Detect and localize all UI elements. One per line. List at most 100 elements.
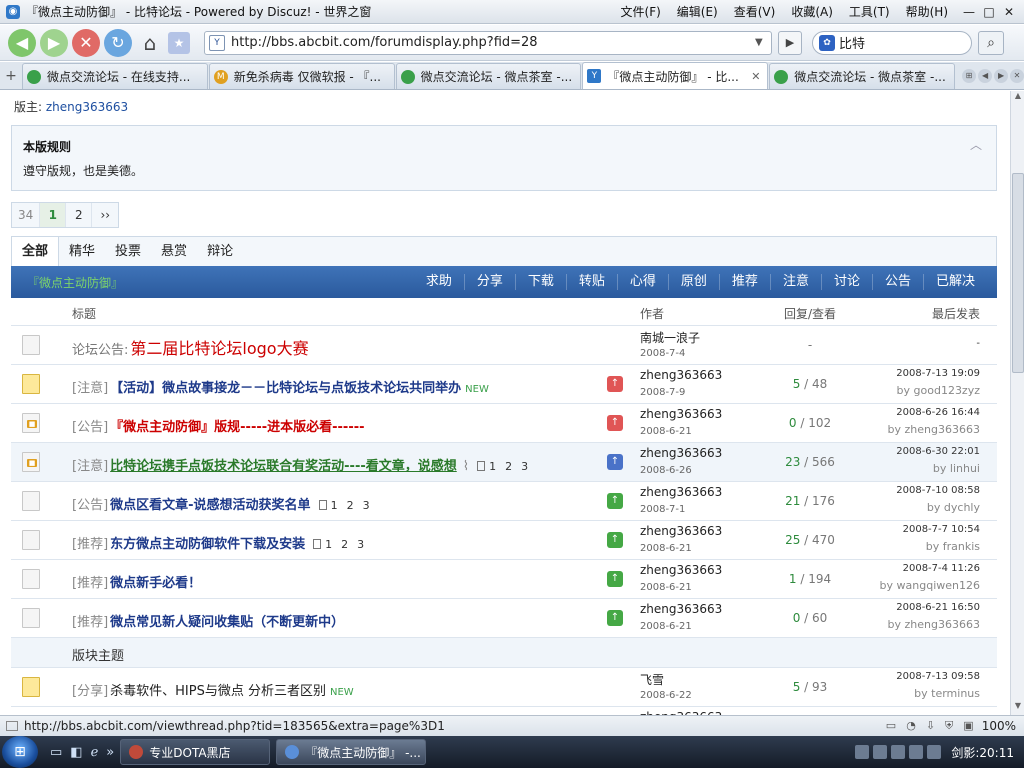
search-input[interactable]: 比特 bbox=[839, 33, 865, 52]
thread-page-link[interactable]: 3 bbox=[521, 460, 528, 473]
last-poster[interactable]: zheng363663 bbox=[905, 618, 980, 631]
filter-experience[interactable]: 心得 bbox=[616, 274, 668, 290]
back-arrow-icon[interactable]: ◀ bbox=[8, 28, 36, 57]
last-poster[interactable]: good123zyz bbox=[914, 384, 980, 397]
thread-page-link[interactable]: 2 bbox=[347, 499, 354, 512]
thread-page-link[interactable]: 3 bbox=[363, 499, 370, 512]
tab-debate[interactable]: 辩论 bbox=[197, 237, 243, 266]
refresh-icon[interactable]: ↻ bbox=[104, 28, 132, 57]
filter-share[interactable]: 分享 bbox=[463, 274, 515, 290]
thread-page-link[interactable]: 1 bbox=[325, 538, 332, 551]
last-poster[interactable]: terminus bbox=[931, 687, 980, 700]
forward-arrow-icon[interactable]: ▶ bbox=[40, 28, 68, 57]
thread-title-link[interactable]: 比特论坛携手点饭技术论坛联合有奖活动----看文章，说感想 bbox=[110, 459, 457, 474]
thread-title-link[interactable]: 微点区看文章-说感想活动获奖名单 bbox=[110, 498, 310, 513]
scroll-thumb[interactable] bbox=[1012, 173, 1024, 373]
zoom-level[interactable]: 100% bbox=[982, 719, 1016, 733]
vertical-scrollbar[interactable]: ▲ ▼ bbox=[1010, 91, 1024, 715]
tab-1[interactable]: 微点交流论坛 - 在线支持... bbox=[21, 63, 208, 89]
thread-page-link[interactable]: 1 bbox=[331, 499, 338, 512]
tab-reward[interactable]: 悬赏 bbox=[151, 237, 197, 266]
forum-name[interactable]: 『微点主动防御』 bbox=[27, 274, 414, 291]
tab-2[interactable]: M 新免杀病毒 仅微软报 - 『... bbox=[208, 63, 395, 89]
menu-file[interactable]: 文件(F) bbox=[613, 3, 669, 20]
scroll-up-icon[interactable]: ▲ bbox=[1013, 91, 1023, 105]
thread-page-link[interactable]: 3 bbox=[357, 538, 364, 551]
last-poster[interactable]: zheng363663 bbox=[905, 423, 980, 436]
address-dropdown-icon[interactable]: ▼ bbox=[755, 37, 771, 48]
last-post-time[interactable]: 2008-6-26 16:44 bbox=[896, 407, 980, 418]
taskbar-item-dota[interactable]: 专业DOTA黑店 bbox=[120, 739, 271, 765]
screenshot-icon[interactable]: ▣ bbox=[963, 719, 973, 733]
antivirus-icon[interactable] bbox=[909, 745, 924, 759]
filter-help[interactable]: 求助 bbox=[414, 274, 464, 290]
close-window-button[interactable]: ✕ bbox=[1002, 5, 1016, 19]
thread-type[interactable]: [公告] bbox=[72, 420, 108, 435]
filter-original[interactable]: 原创 bbox=[667, 274, 719, 290]
thread-type[interactable]: [推荐] bbox=[72, 576, 108, 591]
more-icon[interactable]: » bbox=[106, 745, 114, 760]
thread-author[interactable]: 南城一浪子 bbox=[640, 329, 700, 346]
last-post-time[interactable]: 2008-7-7 10:54 bbox=[903, 524, 980, 535]
filter-notice[interactable]: 注意 bbox=[769, 274, 821, 290]
address-input[interactable]: http://bbs.abcbit.com/forumdisplay.php?f… bbox=[231, 35, 755, 50]
last-post-time[interactable]: 2008-7-4 11:26 bbox=[903, 563, 980, 574]
security-icon[interactable]: ⛨ bbox=[945, 719, 953, 733]
thread-page-link[interactable]: 2 bbox=[505, 460, 512, 473]
thread-title-link[interactable]: 第二届比特论坛logo大赛 bbox=[130, 339, 308, 358]
last-poster[interactable]: wangqiwen126 bbox=[897, 579, 980, 592]
close-tab-icon[interactable]: ✕ bbox=[1010, 69, 1024, 83]
thread-type[interactable]: [推荐] bbox=[72, 537, 108, 552]
maximize-button[interactable]: □ bbox=[982, 5, 996, 19]
close-tab-icon[interactable]: ✕ bbox=[751, 70, 763, 83]
favorites-icon[interactable]: ★ bbox=[168, 31, 190, 54]
tab-3[interactable]: 微点交流论坛 - 微点茶室 -... bbox=[395, 63, 582, 89]
last-poster[interactable]: frankis bbox=[943, 540, 980, 553]
thread-title-link[interactable]: 微点新手必看！ bbox=[110, 576, 201, 591]
thread-author[interactable]: zheng363663 bbox=[640, 524, 722, 538]
last-post-time[interactable]: 2008-6-30 22:01 bbox=[896, 446, 980, 457]
start-button[interactable]: ⊞ bbox=[2, 736, 38, 768]
switch-windows-icon[interactable]: ◧ bbox=[70, 745, 82, 760]
last-post-time[interactable]: 2008-7-13 09:58 bbox=[896, 671, 980, 682]
thread-author[interactable]: zheng363663 bbox=[640, 485, 722, 499]
thread-author[interactable]: zheng363663 bbox=[640, 602, 722, 616]
thread-title-link[interactable]: 微点常见新人疑问收集贴（不断更新中） bbox=[110, 615, 344, 630]
go-button[interactable]: ▶ bbox=[778, 30, 802, 55]
ie-icon[interactable]: ℯ bbox=[91, 745, 99, 760]
filter-recommend[interactable]: 推荐 bbox=[718, 274, 770, 290]
home-icon[interactable]: ⌂ bbox=[136, 29, 164, 57]
shield-icon[interactable] bbox=[891, 745, 906, 759]
menu-favorites[interactable]: 收藏(A) bbox=[783, 3, 841, 20]
thread-author[interactable]: zheng363663 bbox=[640, 446, 722, 460]
thread-type[interactable]: [注意] bbox=[72, 459, 108, 474]
next-page-link[interactable]: ›› bbox=[92, 203, 118, 227]
speed-icon[interactable]: ◔ bbox=[906, 719, 916, 733]
tab-scroll-left-icon[interactable]: ◀ bbox=[978, 69, 993, 83]
volume-icon[interactable] bbox=[927, 745, 942, 759]
menu-edit[interactable]: 编辑(E) bbox=[669, 3, 726, 20]
last-poster[interactable]: dychly bbox=[944, 501, 980, 514]
tab-4-active[interactable]: Y 『微点主动防御』 - 比... ✕ bbox=[582, 62, 769, 89]
thread-title-link[interactable]: 东方微点主动防御软件下载及安装 bbox=[110, 537, 305, 552]
download-icon[interactable]: ⇩ bbox=[926, 719, 935, 733]
minimize-button[interactable]: — bbox=[962, 5, 976, 19]
filter-repost[interactable]: 转贴 bbox=[565, 274, 617, 290]
menu-help[interactable]: 帮助(H) bbox=[898, 3, 956, 20]
filter-solved[interactable]: 已解决 bbox=[922, 274, 987, 290]
thread-title-link[interactable]: 杀毒软件、HIPS与微点 分析三者区别 bbox=[110, 684, 326, 699]
last-post-time[interactable]: 2008-7-10 08:58 bbox=[896, 485, 980, 496]
thread-type[interactable]: [推荐] bbox=[72, 615, 108, 630]
tab-5[interactable]: 微点交流论坛 - 微点茶室 -... bbox=[769, 63, 956, 89]
last-poster[interactable]: linhui bbox=[950, 462, 980, 475]
thread-title-link[interactable]: 『微点主动防御』版规-----进本版必看------ bbox=[110, 420, 364, 435]
search-box[interactable]: ✿ 比特 bbox=[812, 30, 972, 55]
scroll-down-icon[interactable]: ▼ bbox=[1013, 701, 1023, 715]
thread-author[interactable]: zheng363663 bbox=[640, 368, 722, 382]
filter-discuss[interactable]: 讨论 bbox=[820, 274, 872, 290]
new-tab-icon[interactable]: + bbox=[0, 63, 22, 89]
thread-page-link[interactable]: 1 bbox=[489, 460, 496, 473]
thread-title-link[interactable]: 【活动】微点故事接龙－－比特论坛与点饭技术论坛共同举办 bbox=[110, 381, 461, 396]
tab-all[interactable]: 全部 bbox=[12, 237, 60, 266]
search-engine-icon[interactable]: ✿ bbox=[819, 34, 835, 51]
